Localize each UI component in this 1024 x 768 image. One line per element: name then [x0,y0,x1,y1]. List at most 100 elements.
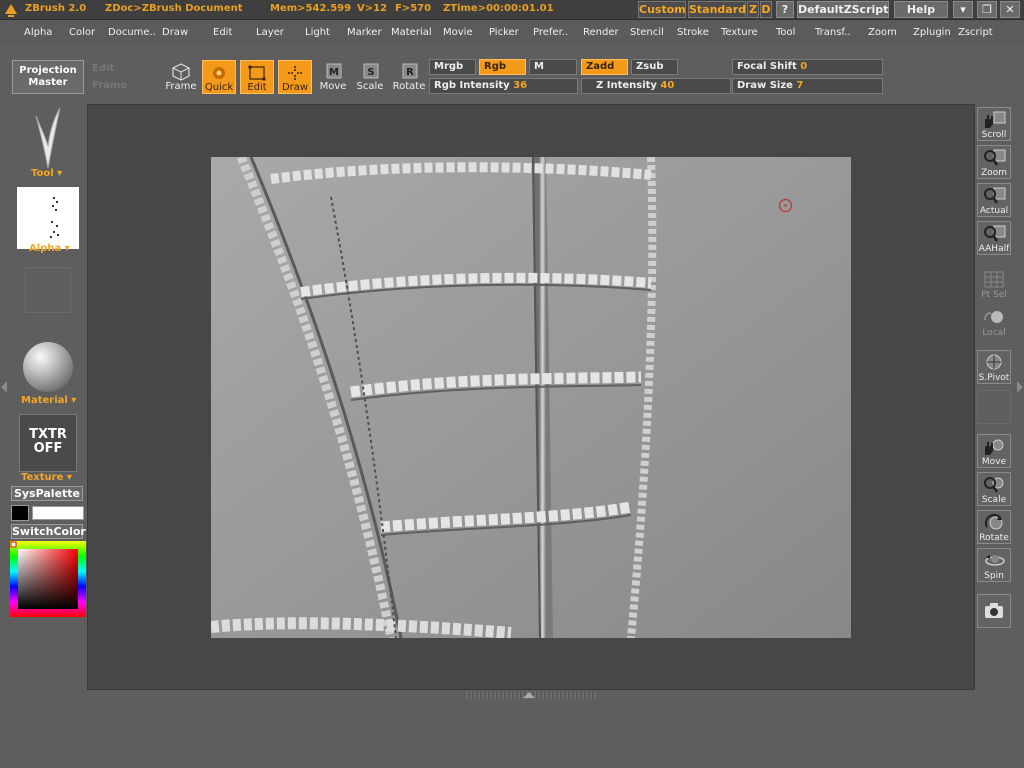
edit-button[interactable]: Edit [240,60,274,94]
rgb-intensity-slider[interactable]: Rgb Intensity 36 [429,78,578,94]
rotate-view-button[interactable]: Rotate [977,510,1011,544]
pm-line2: Master [28,77,68,88]
actual-label: Actual [979,206,1009,216]
zoom-button[interactable]: Zoom [977,145,1011,179]
ztime-readout: ZTime>00:00:01.01 [443,3,554,14]
actual-button[interactable]: Actual [977,183,1011,217]
primary-color-swatch[interactable] [11,505,29,521]
scale-view-button[interactable]: Scale [977,472,1011,506]
brush-cursor-icon [778,198,793,213]
focal-shift-slider[interactable]: Focal Shift 0 [732,59,883,75]
move-label: Move [319,81,347,92]
quick-button[interactable]: Quick [202,60,236,94]
menu-render[interactable]: Render [583,27,619,38]
quick-label: Quick [204,82,234,93]
menu-docume[interactable]: Docume.. [108,27,156,38]
left-tray-toggle-icon[interactable] [0,380,8,394]
menu-edit[interactable]: Edit [213,27,232,38]
menu-texture[interactable]: Texture [721,27,758,38]
actual-magnifier-icon [984,187,1006,204]
help-button[interactable]: Help [894,1,948,18]
secondary-color-swatch[interactable] [32,506,84,520]
bottom-tray-handle[interactable] [466,691,596,699]
frame-button[interactable]: Frame [164,60,198,94]
switchcolor-button[interactable]: SwitchColor [11,524,86,539]
menu-stencil[interactable]: Stencil [630,27,664,38]
custom-button[interactable]: Custom [638,1,686,18]
menu-draw[interactable]: Draw [162,27,188,38]
camera-icon [985,603,1003,618]
move-icon: M [326,63,342,79]
scroll-button[interactable]: Scroll [977,107,1011,141]
pt-sel-button[interactable]: Pt Sel [977,268,1011,302]
material-label[interactable]: Material ▾ [21,395,76,406]
d-button[interactable]: D [760,1,772,18]
document-name: ZDoc>ZBrush Document [105,3,243,14]
rgb-button[interactable]: Rgb [479,59,526,75]
scale-button[interactable]: S Scale [353,60,387,94]
menu-prefer[interactable]: Prefer.. [533,27,568,38]
menu-picker[interactable]: Picker [489,27,519,38]
sculpt-canvas[interactable] [211,157,851,638]
menu-alpha[interactable]: Alpha [24,27,52,38]
spin-label: Spin [984,571,1004,581]
alpha-label[interactable]: Alpha ▾ [29,243,70,254]
menu-layer[interactable]: Layer [256,27,284,38]
scale-view-label: Scale [981,495,1007,505]
menu-tool[interactable]: Tool [776,27,795,38]
menu-stroke[interactable]: Stroke [677,27,709,38]
menu-zscript[interactable]: Zscript [958,27,993,38]
move-view-button[interactable]: Move [977,434,1011,468]
menu-material[interactable]: Material [391,27,432,38]
menu-movie[interactable]: Movie [443,27,473,38]
rgb-intensity-label: Rgb Intensity [434,80,510,91]
spivot-label: S.Pivot [978,373,1010,383]
snapshot-button[interactable] [977,594,1011,628]
texture-off-thumbnail[interactable]: TXTR OFF [19,414,77,472]
off-text: OFF [33,441,63,456]
close-button[interactable]: ✕ [1000,1,1020,18]
draw-size-slider[interactable]: Draw Size 7 [732,78,883,94]
menu-light[interactable]: Light [305,27,330,38]
spin-button[interactable]: Spin [977,548,1011,582]
rotate-view-label: Rotate [979,533,1009,543]
z-button[interactable]: Z [747,1,759,18]
zsub-button[interactable]: Zsub [631,59,678,75]
menu-transf[interactable]: Transf.. [815,27,851,38]
color-picker[interactable] [10,541,86,617]
txtr-text: TXTR [29,427,67,442]
spin-icon [985,555,1005,566]
default-zscript-button[interactable]: DefaultZScript [797,1,889,18]
menu-color[interactable]: Color [69,27,95,38]
local-button[interactable]: Local [977,306,1011,340]
menu-zplugin[interactable]: Zplugin [913,27,951,38]
right-tray-toggle-icon[interactable] [1016,380,1024,394]
restore-button[interactable]: ❐ [977,1,997,18]
menu-zoom[interactable]: Zoom [868,27,897,38]
rotate-button[interactable]: R Rotate [392,60,426,94]
zadd-button[interactable]: Zadd [581,59,628,75]
material-label-text: Material [21,395,68,406]
syspalette-button[interactable]: SysPalette [11,486,83,501]
texture-label[interactable]: Texture ▾ [21,472,72,483]
move-button[interactable]: M Move [316,60,350,94]
quick-icon [213,67,225,79]
material-sphere-thumbnail[interactable] [23,342,73,392]
z-intensity-slider[interactable]: Z Intensity 40 [581,78,731,94]
tool-label[interactable]: Tool ▾ [31,168,62,179]
menu-marker[interactable]: Marker [347,27,382,38]
m-button[interactable]: M [529,59,577,75]
mrgb-button[interactable]: Mrgb [429,59,476,75]
projection-master-button[interactable]: Projection Master [12,60,84,94]
pm-line1: Projection [19,65,77,76]
alpha-thumbnail[interactable] [17,187,79,249]
sculpt-render [211,157,851,638]
tool-thumbnail[interactable] [30,106,66,170]
minimize-button[interactable]: ▾ [953,1,973,18]
spivot-button[interactable]: S.Pivot [977,350,1011,384]
draw-button[interactable]: Draw [278,60,312,94]
aahalf-button[interactable]: AAHalf [977,221,1011,255]
standard-button[interactable]: Standard [688,1,746,18]
question-button[interactable]: ? [776,1,794,18]
texture-label-text: Texture [21,472,64,483]
